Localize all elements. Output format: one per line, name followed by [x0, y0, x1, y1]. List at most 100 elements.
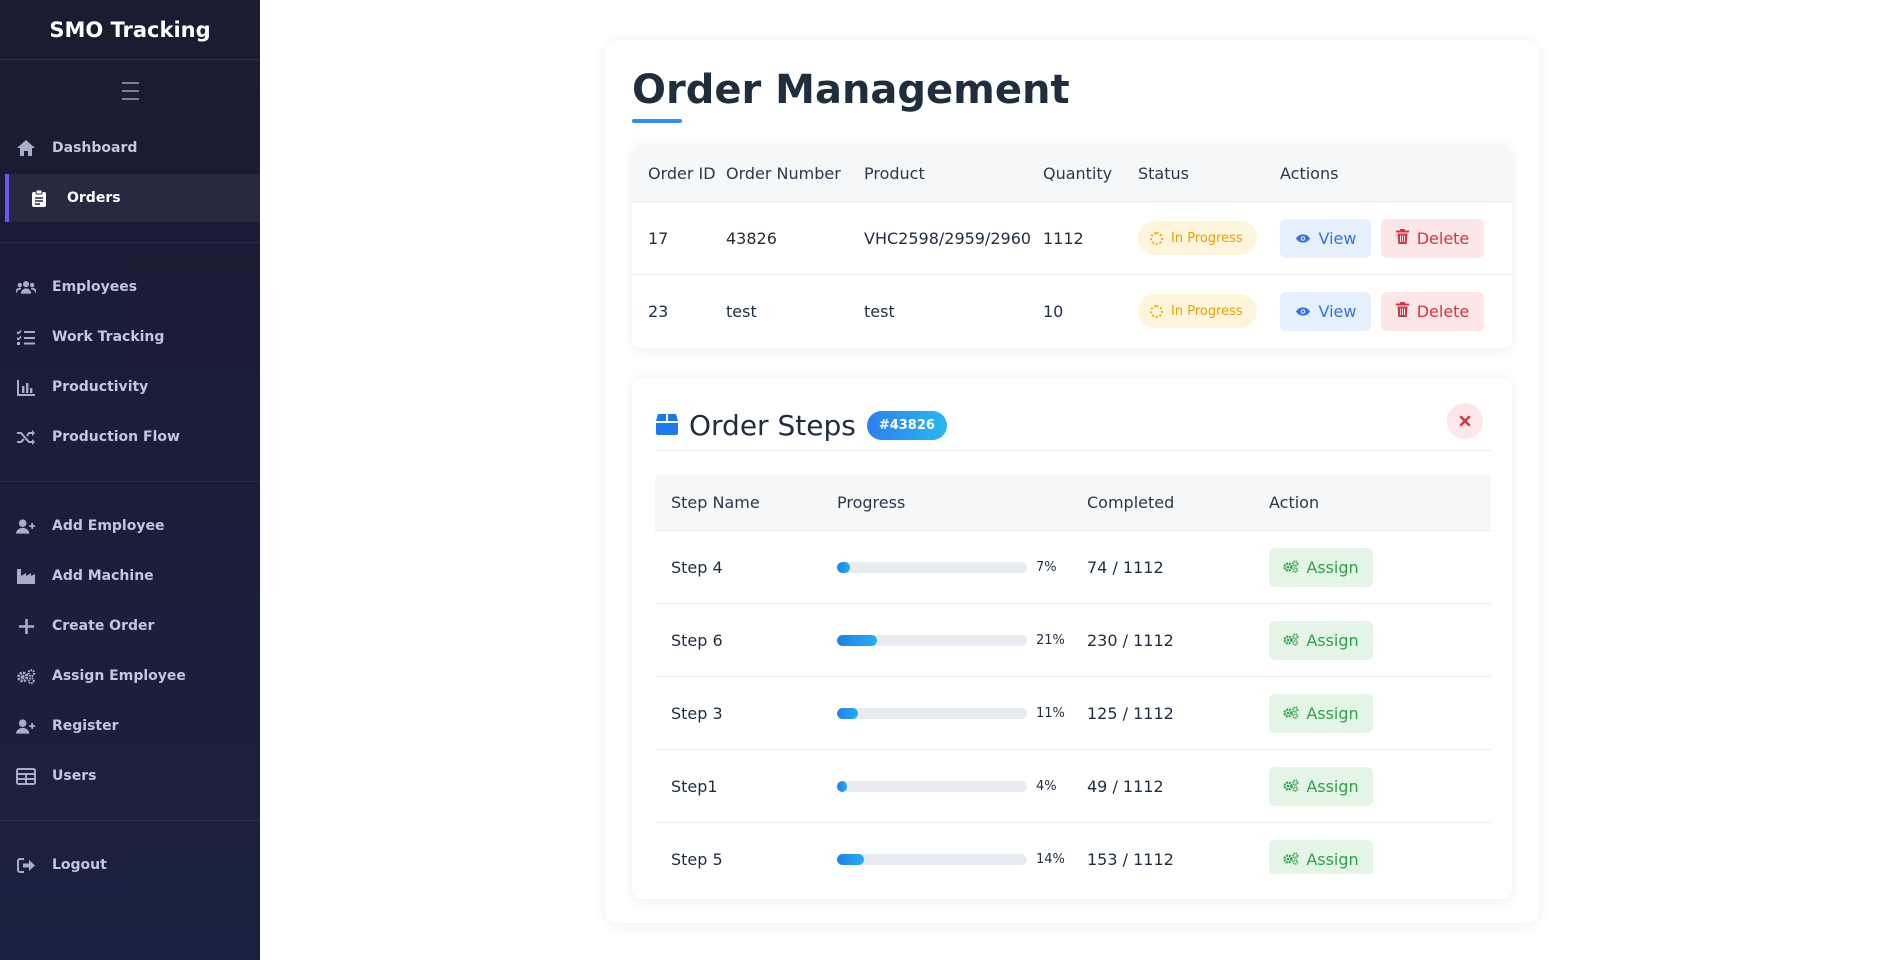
menu-toggle[interactable]	[0, 60, 260, 122]
sidebar-item-label: Register	[52, 718, 119, 734]
title-underline	[632, 119, 682, 123]
hamburger-icon[interactable]	[121, 79, 139, 103]
trash-icon	[1395, 228, 1409, 248]
step-progress: 14%	[837, 852, 1087, 867]
cogs-icon	[1283, 558, 1299, 577]
sidebar-item-label: Production Flow	[52, 429, 180, 445]
view-button[interactable]: View	[1280, 291, 1371, 331]
progress-percent: 4%	[1036, 778, 1057, 794]
delete-button[interactable]: Delete	[1381, 291, 1484, 331]
user-plus-icon	[16, 716, 36, 736]
assign-button[interactable]: Assign	[1269, 839, 1373, 874]
sidebar-item-label: Add Employee	[52, 518, 165, 534]
sidebar-item-employees[interactable]: Employees	[0, 263, 260, 311]
box-icon	[655, 412, 679, 440]
step-progress: 11%	[837, 706, 1087, 721]
progress-bar	[837, 707, 1027, 719]
step-progress: 4%	[837, 779, 1087, 794]
column-header: Quantity	[1043, 163, 1113, 183]
eye-icon	[1295, 229, 1311, 248]
column-header: Progress	[837, 492, 906, 512]
view-button[interactable]: View	[1280, 218, 1371, 258]
tasks-icon	[16, 327, 36, 347]
sidebar-divider	[0, 820, 260, 821]
sidebar-item-label: Productivity	[52, 379, 149, 395]
spinner-icon	[1150, 304, 1163, 318]
step-progress: 7%	[837, 560, 1087, 575]
order-id: 17	[648, 228, 669, 248]
sidebar-item-label: Dashboard	[52, 140, 138, 156]
table-row: 17 43826 VHC2598/2959/2960 1112 In Progress V…	[632, 201, 1512, 274]
sidebar-item-users[interactable]: Users	[0, 752, 260, 800]
progress-bar	[837, 561, 1027, 573]
progress-bar	[837, 780, 1027, 792]
table-icon	[16, 766, 36, 786]
trash-icon	[1395, 301, 1409, 321]
steps-table-header: Step Name Progress Completed Action	[655, 474, 1491, 530]
order-id: 23	[648, 301, 669, 321]
status-label: In Progress	[1171, 230, 1243, 246]
sidebar-item-add-employee[interactable]: Add Employee	[0, 502, 260, 550]
assign-label: Assign	[1306, 849, 1359, 869]
sidebar-item-label: Orders	[67, 190, 121, 206]
page-title: Order Management	[632, 67, 1070, 113]
sidebar-item-productivity[interactable]: Productivity	[0, 363, 260, 411]
eye-icon	[1295, 302, 1311, 321]
sidebar-item-dashboard[interactable]: Dashboard	[0, 124, 260, 172]
spinner-icon	[1150, 231, 1163, 245]
sidebar-item-add-machine[interactable]: Add Machine	[0, 552, 260, 600]
progress-bar	[837, 853, 1027, 865]
sidebar-item-register[interactable]: Register	[0, 702, 260, 750]
sidebar-item-create-order[interactable]: Create Order	[0, 602, 260, 650]
assign-button[interactable]: Assign	[1269, 693, 1373, 733]
table-row: 23 test test 10 In Progress View Delete	[632, 274, 1512, 347]
delete-button[interactable]: Delete	[1381, 218, 1484, 258]
close-icon[interactable]	[1459, 412, 1471, 431]
column-header: Status	[1138, 163, 1189, 183]
progress-percent: 21%	[1036, 632, 1065, 648]
order-product: test	[864, 301, 895, 321]
assign-label: Assign	[1306, 630, 1359, 650]
sidebar-item-work-tracking[interactable]: Work Tracking	[0, 313, 260, 361]
sidebar-item-orders[interactable]: Orders	[5, 174, 260, 222]
cogs-icon	[1283, 704, 1299, 723]
step-completed: 74 / 1112	[1087, 557, 1164, 577]
table-row: Step1 4% 49 / 1112 Assign	[655, 749, 1491, 822]
sidebar-nav: Dashboard Orders Employees Work Tracking Pro…	[0, 124, 260, 889]
order-number: 43826	[726, 228, 777, 248]
view-label: View	[1318, 301, 1357, 321]
order-quantity: 1112	[1043, 228, 1084, 248]
progress-percent: 14%	[1036, 851, 1065, 867]
users-icon	[16, 277, 36, 297]
progress-bar	[837, 634, 1027, 646]
assign-button[interactable]: Assign	[1269, 547, 1373, 587]
step-completed: 153 / 1112	[1087, 849, 1174, 869]
steps-table: Step Name Progress Completed Action Step…	[655, 474, 1491, 874]
assign-button[interactable]: Assign	[1269, 766, 1373, 806]
cogs-icon	[16, 666, 36, 686]
bar-chart-icon	[16, 377, 36, 397]
assign-button[interactable]: Assign	[1269, 620, 1373, 660]
sidebar-item-logout[interactable]: Logout	[0, 841, 260, 889]
close-steps-button[interactable]	[1447, 403, 1483, 439]
progress-bar-fill	[837, 561, 851, 573]
column-header: Order Number	[726, 163, 841, 183]
sidebar-item-label: Employees	[52, 279, 138, 295]
sidebar-divider	[0, 481, 260, 482]
cogs-icon	[1283, 631, 1299, 650]
column-header: Product	[864, 163, 925, 183]
progress-bar-fill	[837, 853, 864, 865]
sidebar-item-assign-employee[interactable]: Assign Employee	[0, 652, 260, 700]
column-header: Order ID	[648, 163, 716, 183]
user-plus-icon	[16, 516, 36, 536]
progress-bar-fill	[837, 707, 858, 719]
order-steps-panel: Order Steps #43826 Step Name Progress Co…	[632, 378, 1512, 899]
status-badge: In Progress	[1138, 294, 1257, 328]
sidebar-item-production-flow[interactable]: Production Flow	[0, 413, 260, 461]
sidebar-item-label: Logout	[52, 857, 107, 873]
step-name: Step 3	[671, 703, 723, 723]
assign-label: Assign	[1306, 703, 1359, 723]
cogs-icon	[1283, 850, 1299, 869]
order-steps-title: Order Steps	[689, 409, 856, 442]
sidebar-item-label: Add Machine	[52, 568, 154, 584]
